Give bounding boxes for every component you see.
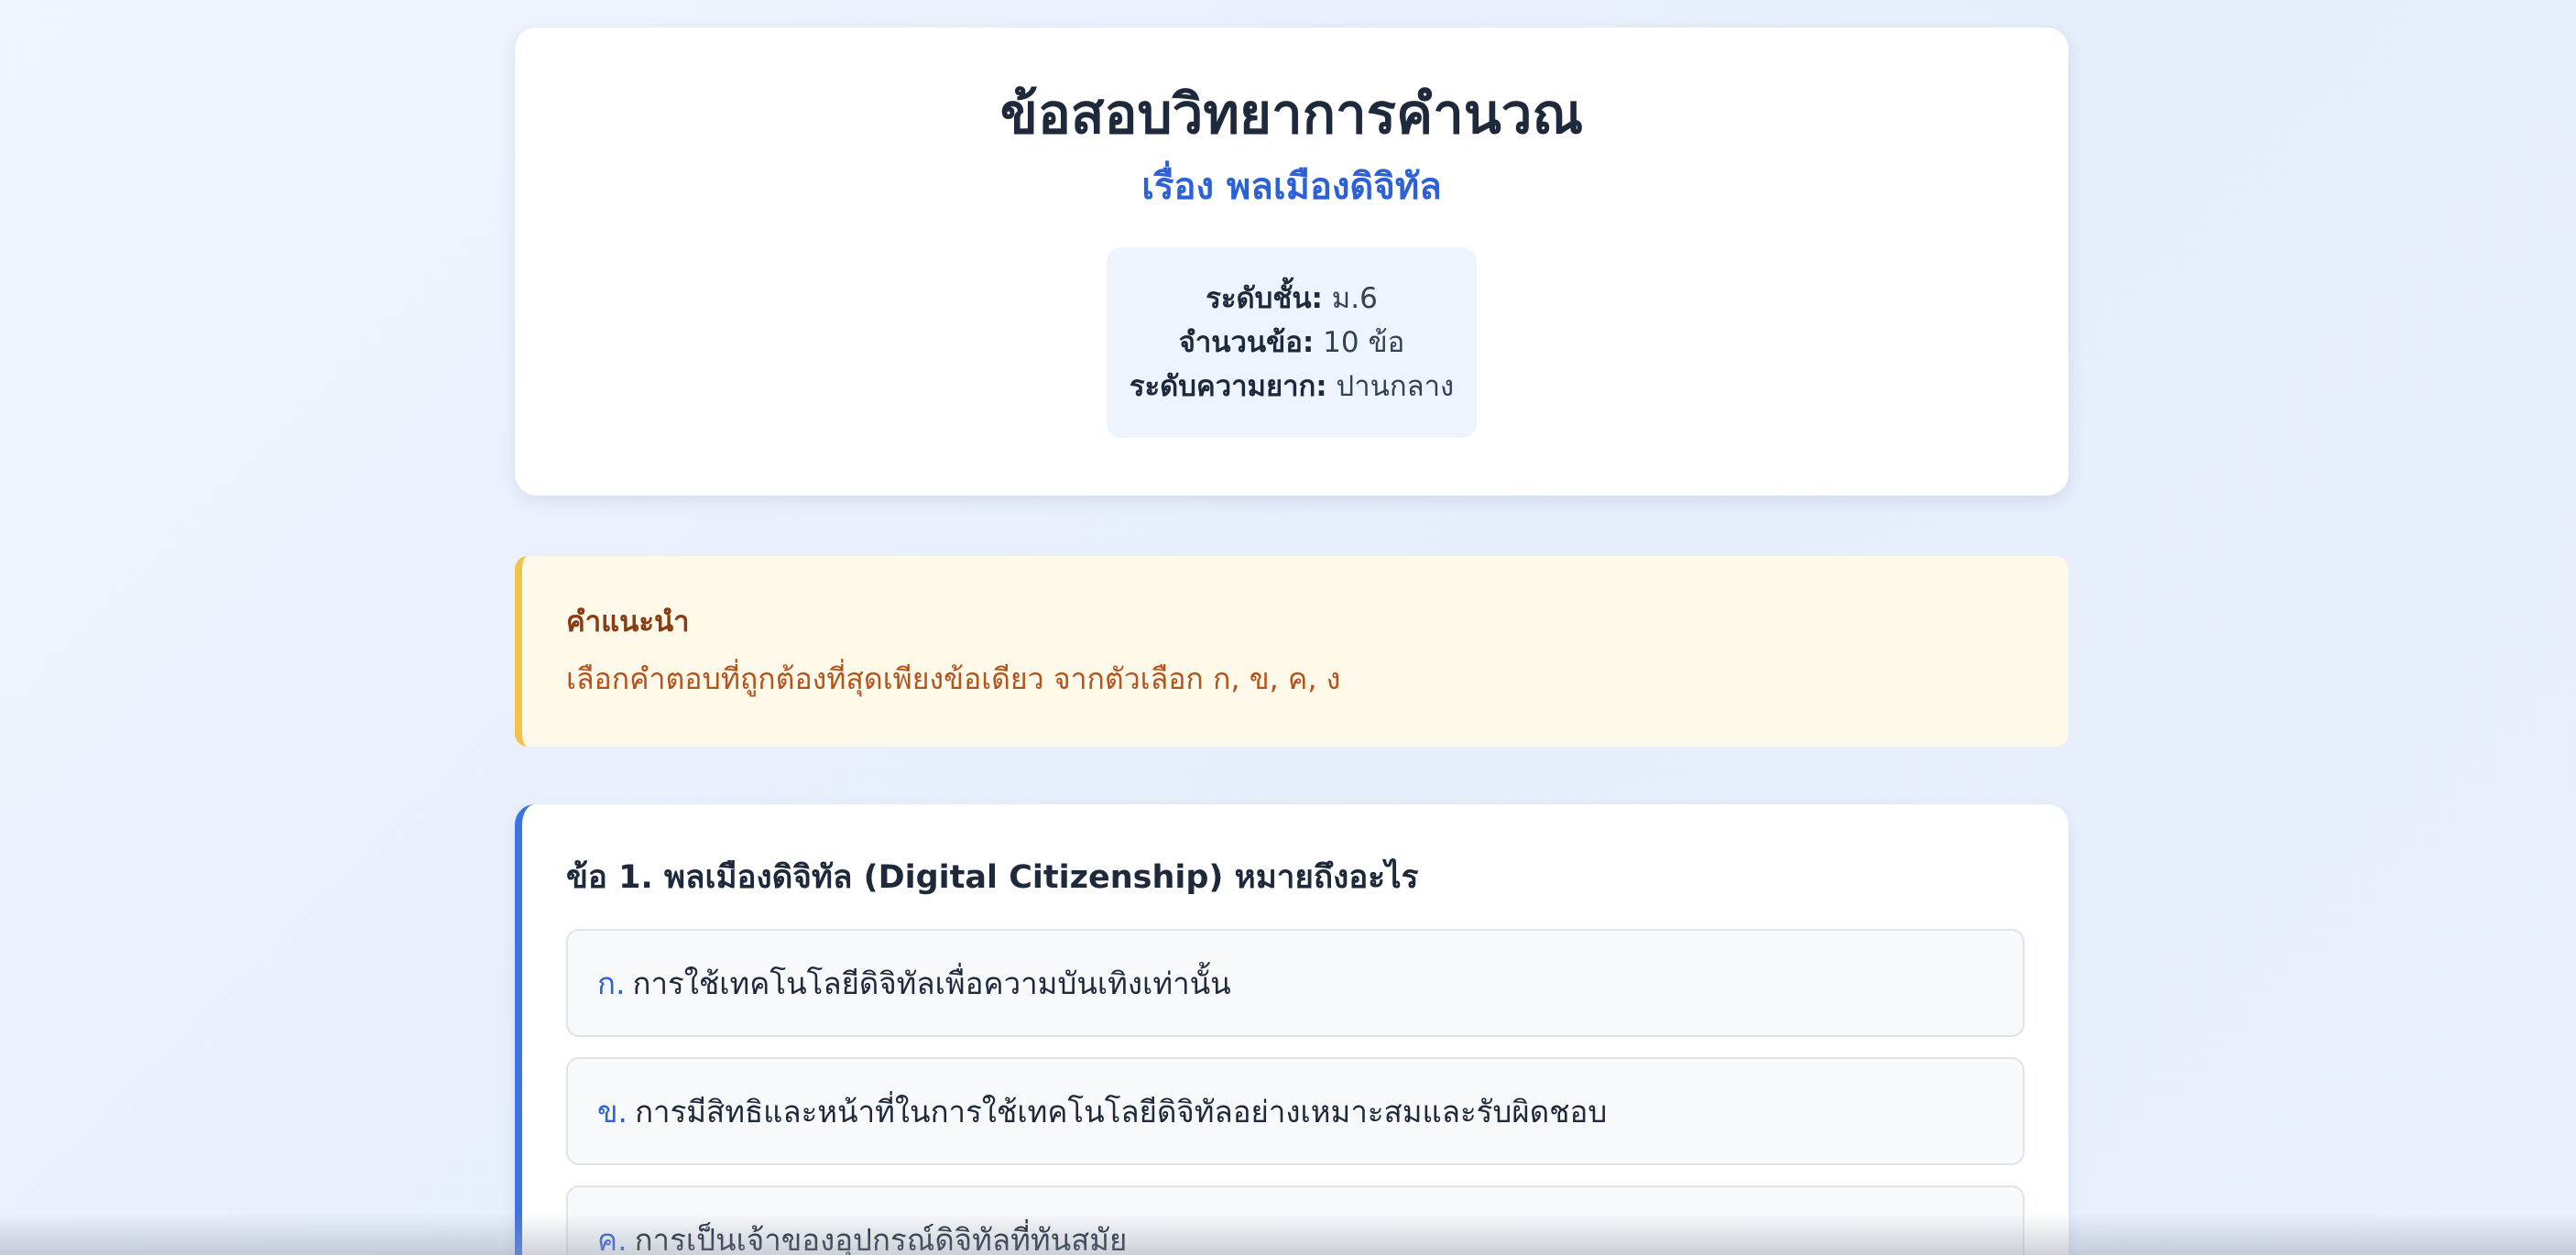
info-value: 10 ข้อ: [1323, 326, 1405, 359]
info-label: จำนวนข้อ:: [1178, 326, 1315, 359]
option-letter: ค.: [597, 1221, 628, 1255]
question-text: ข้อ 1. พลเมืองดิจิทัล (Digital Citizensh…: [566, 859, 1419, 896]
exam-info-box: ระดับชั้น: ม.6 จำนวนข้อ: 10 ข้อ ระดับควา…: [1107, 247, 1477, 438]
exam-title: ข้อสอบวิทยาการคำนวณ: [999, 82, 1584, 147]
option-text: การเป็นเจ้าของอุปกรณ์ดิจิทัลที่ทันสมัย: [634, 1221, 1128, 1255]
instruction-title: คำแนะนำ: [566, 606, 690, 638]
instruction-box: คำแนะนำ เลือกคำตอบที่ถูกต้องที่สุดเพียงข…: [515, 556, 2068, 747]
exam-subtitle: เรื่อง พลเมืองดิจิทัล: [1141, 166, 1442, 208]
info-value: ม.6: [1331, 282, 1378, 315]
option-b[interactable]: ข. การมีสิทธิและหน้าที่ในการใช้เทคโนโลยี…: [566, 1057, 2025, 1165]
info-label: ระดับความยาก:: [1129, 370, 1327, 403]
instruction-text: เลือกคำตอบที่ถูกต้องที่สุดเพียงข้อเดียว …: [566, 661, 1341, 696]
option-a[interactable]: ก. การใช้เทคโนโลยีดิจิทัลเพื่อความบันเทิ…: [566, 929, 2025, 1037]
info-row-count: จำนวนข้อ: 10 ข้อ: [1107, 321, 1477, 365]
info-row-difficulty: ระดับความยาก: ปานกลาง: [1107, 365, 1477, 409]
info-row-grade: ระดับชั้น: ม.6: [1107, 277, 1477, 321]
exam-header-card: ข้อสอบวิทยาการคำนวณ เรื่อง พลเมืองดิจิทั…: [515, 27, 2068, 496]
exam-page: ข้อสอบวิทยาการคำนวณ เรื่อง พลเมืองดิจิทั…: [515, 27, 2068, 1255]
info-value: ปานกลาง: [1336, 370, 1455, 403]
option-c[interactable]: ค. การเป็นเจ้าของอุปกรณ์ดิจิทัลที่ทันสมั…: [566, 1185, 2025, 1255]
question-card: ข้อ 1. พลเมืองดิจิทัล (Digital Citizensh…: [515, 804, 2068, 1255]
option-text: การใช้เทคโนโลยีดิจิทัลเพื่อความบันเทิงเท…: [632, 965, 1231, 1001]
option-letter: ข.: [597, 1093, 628, 1130]
option-letter: ก.: [597, 965, 626, 1001]
info-label: ระดับชั้น:: [1206, 282, 1323, 315]
option-text: การมีสิทธิและหน้าที่ในการใช้เทคโนโลยีดิจ…: [635, 1093, 1608, 1130]
